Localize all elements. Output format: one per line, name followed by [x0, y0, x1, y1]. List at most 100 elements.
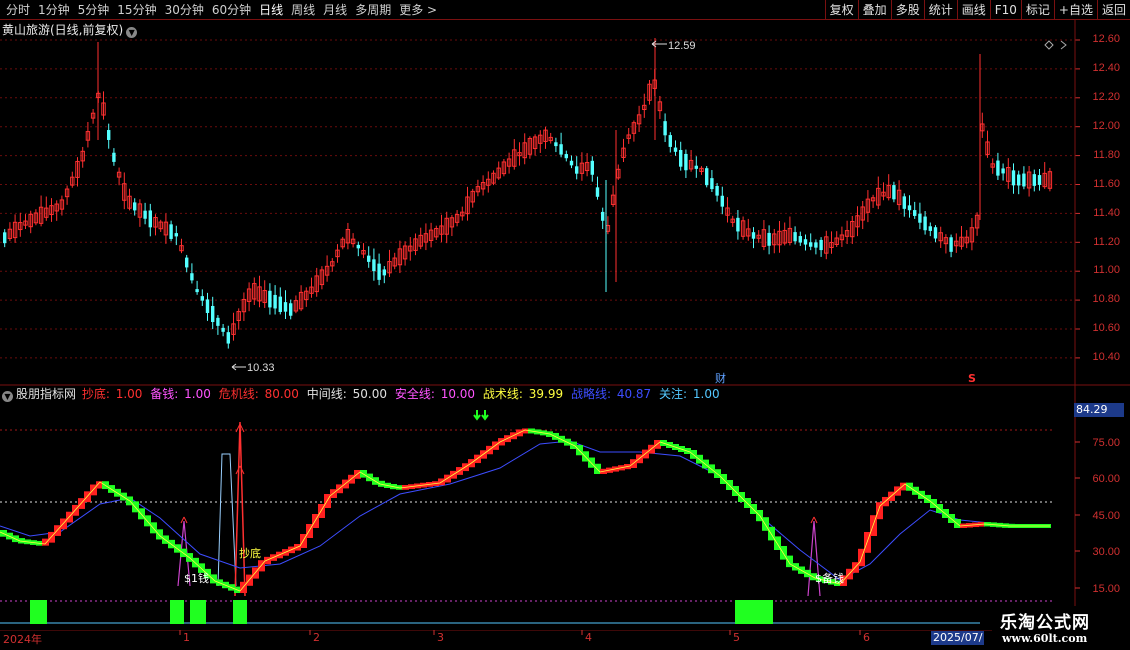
indicator-name[interactable]: 股朋指标网	[16, 387, 76, 401]
candle-body-down	[559, 144, 563, 155]
candle-body-down	[289, 303, 293, 316]
down-arrows-marker	[473, 410, 489, 421]
price-tick: 11.80	[1093, 149, 1120, 161]
candle-body-down	[273, 294, 277, 309]
candle-body-down	[918, 213, 922, 223]
candle-body-down	[793, 232, 797, 242]
candle-body-down	[268, 290, 272, 308]
price-tick: 11.40	[1093, 207, 1120, 219]
high-marker: 12.59	[651, 40, 696, 52]
time-label: 3	[437, 631, 444, 644]
low-price-label: 10.33	[247, 362, 275, 374]
tactical-step	[900, 482, 907, 491]
candle-body-down	[923, 216, 927, 231]
candle-body-down	[112, 152, 116, 162]
candle-body-down	[372, 259, 376, 272]
period-tabs: 分时 1分钟 5分钟 15分钟 30分钟 60分钟 日线 周线 月线 多周期 更…	[2, 0, 441, 20]
tab-period-daily[interactable]: 日线	[255, 0, 287, 20]
param-anquan: 安全线: 10.00	[394, 387, 476, 401]
buy-signal-label: 抄底	[239, 547, 261, 560]
current-date-label: 2025/07/	[931, 631, 985, 645]
candle-body-down	[1011, 170, 1016, 186]
candle-body-down	[933, 227, 938, 239]
candle-body-down	[148, 210, 152, 228]
candle-body-down	[694, 165, 698, 169]
candle-body-down	[190, 273, 194, 281]
indicator-tick: 30.00	[1092, 546, 1120, 558]
candle-body-down	[367, 255, 371, 262]
multi-stock-button[interactable]: 多股	[890, 0, 924, 20]
price-tick: 10.60	[1092, 322, 1120, 334]
param-zhongjian: 中间线: 50.00	[306, 387, 387, 401]
tab-period-15min[interactable]: 15分钟	[113, 0, 160, 20]
candle-body-down	[564, 154, 568, 159]
candle-body-down	[673, 147, 678, 152]
candle-body-down	[1032, 174, 1036, 186]
candle-body-down	[107, 130, 111, 140]
money-signal-label: $1钱	[184, 572, 209, 585]
more-periods-button[interactable]: 更多 >	[395, 0, 441, 20]
chevron-down-icon[interactable]: ▼	[2, 391, 13, 402]
diamond-icon[interactable]	[1044, 40, 1054, 50]
price-tick: 11.60	[1093, 178, 1120, 190]
tab-period-5min[interactable]: 5分钟	[74, 0, 114, 20]
time-label: 5	[733, 631, 740, 644]
time-label: 2024年	[3, 633, 42, 646]
candle-body-down	[902, 196, 906, 209]
candle-body-down	[913, 210, 917, 216]
candle-body-down	[575, 166, 579, 174]
add-watchlist-button[interactable]: +自选	[1053, 0, 1097, 20]
candle-body-down	[226, 332, 230, 344]
toolbar-right-buttons: 复权 叠加 多股 统计 画线 F10 标记 +自选 返回	[824, 0, 1130, 20]
candle-body-down	[663, 121, 667, 136]
indicator-tick: 60.00	[1092, 473, 1120, 485]
time-label: 4	[585, 631, 592, 644]
candle-body-down	[720, 195, 724, 207]
price-chart[interactable]: 12.59 10.33 财 S	[0, 20, 1130, 386]
tactical-step	[210, 574, 217, 584]
param-zhanshu: 战术线: 39.99	[482, 387, 564, 401]
chevron-right-icon[interactable]	[1060, 40, 1067, 50]
top-toolbar: 分时 1分钟 5分钟 15分钟 30分钟 60分钟 日线 周线 月线 多周期 更…	[0, 0, 1130, 20]
candlesticks	[3, 38, 1053, 349]
tab-period-multi[interactable]: 多周期	[351, 0, 395, 20]
tab-period-monthly[interactable]: 月线	[319, 0, 351, 20]
tab-period-1min[interactable]: 1分钟	[34, 0, 74, 20]
restore-right-button[interactable]: 复权	[824, 0, 858, 20]
indicator-tick: 45.00	[1092, 510, 1120, 522]
tab-period-fenshi[interactable]: 分时	[2, 0, 34, 20]
time-label: 1	[183, 631, 190, 644]
candle-body-down	[715, 185, 719, 196]
s-event-marker[interactable]: S	[968, 372, 976, 385]
back-button[interactable]: 返回	[1096, 0, 1130, 20]
signal-bar	[170, 600, 184, 624]
tab-period-60min[interactable]: 60分钟	[208, 0, 255, 20]
candle-body-down	[798, 236, 802, 243]
candle-body-down	[377, 263, 381, 280]
price-grid	[0, 39, 1080, 359]
candle-body-down	[205, 299, 210, 313]
param-guanzhu: 关注: 1.00	[659, 387, 720, 401]
finance-event-marker[interactable]: 财	[715, 371, 726, 385]
double-down-arrow-icon	[473, 410, 489, 421]
candle-body-down	[200, 296, 204, 301]
param-weiji: 危机线: 80.00	[218, 387, 299, 401]
param-zhanlue: 战略线: 40.87	[570, 387, 652, 401]
statistics-button[interactable]: 统计	[923, 0, 957, 20]
tactical-step	[498, 438, 505, 446]
signal-bar	[190, 600, 206, 624]
candle-body-down	[819, 239, 823, 251]
indicator-grid	[0, 429, 1080, 624]
tab-period-30min[interactable]: 30分钟	[161, 0, 208, 20]
indicator-chart[interactable]	[0, 386, 1130, 630]
candle-body-down	[211, 305, 215, 323]
f10-button[interactable]: F10	[989, 0, 1021, 20]
tab-period-weekly[interactable]: 周线	[287, 0, 319, 20]
mark-button[interactable]: 标记	[1020, 0, 1054, 20]
signal-bar	[735, 600, 773, 624]
param-chaodi: 抄底: 1.00	[81, 387, 143, 401]
chevron-down-icon[interactable]: ▼	[126, 27, 138, 38]
overlay-button[interactable]: 叠加	[857, 0, 891, 20]
draw-line-button[interactable]: 画线	[956, 0, 990, 20]
candle-body-down	[283, 302, 288, 312]
